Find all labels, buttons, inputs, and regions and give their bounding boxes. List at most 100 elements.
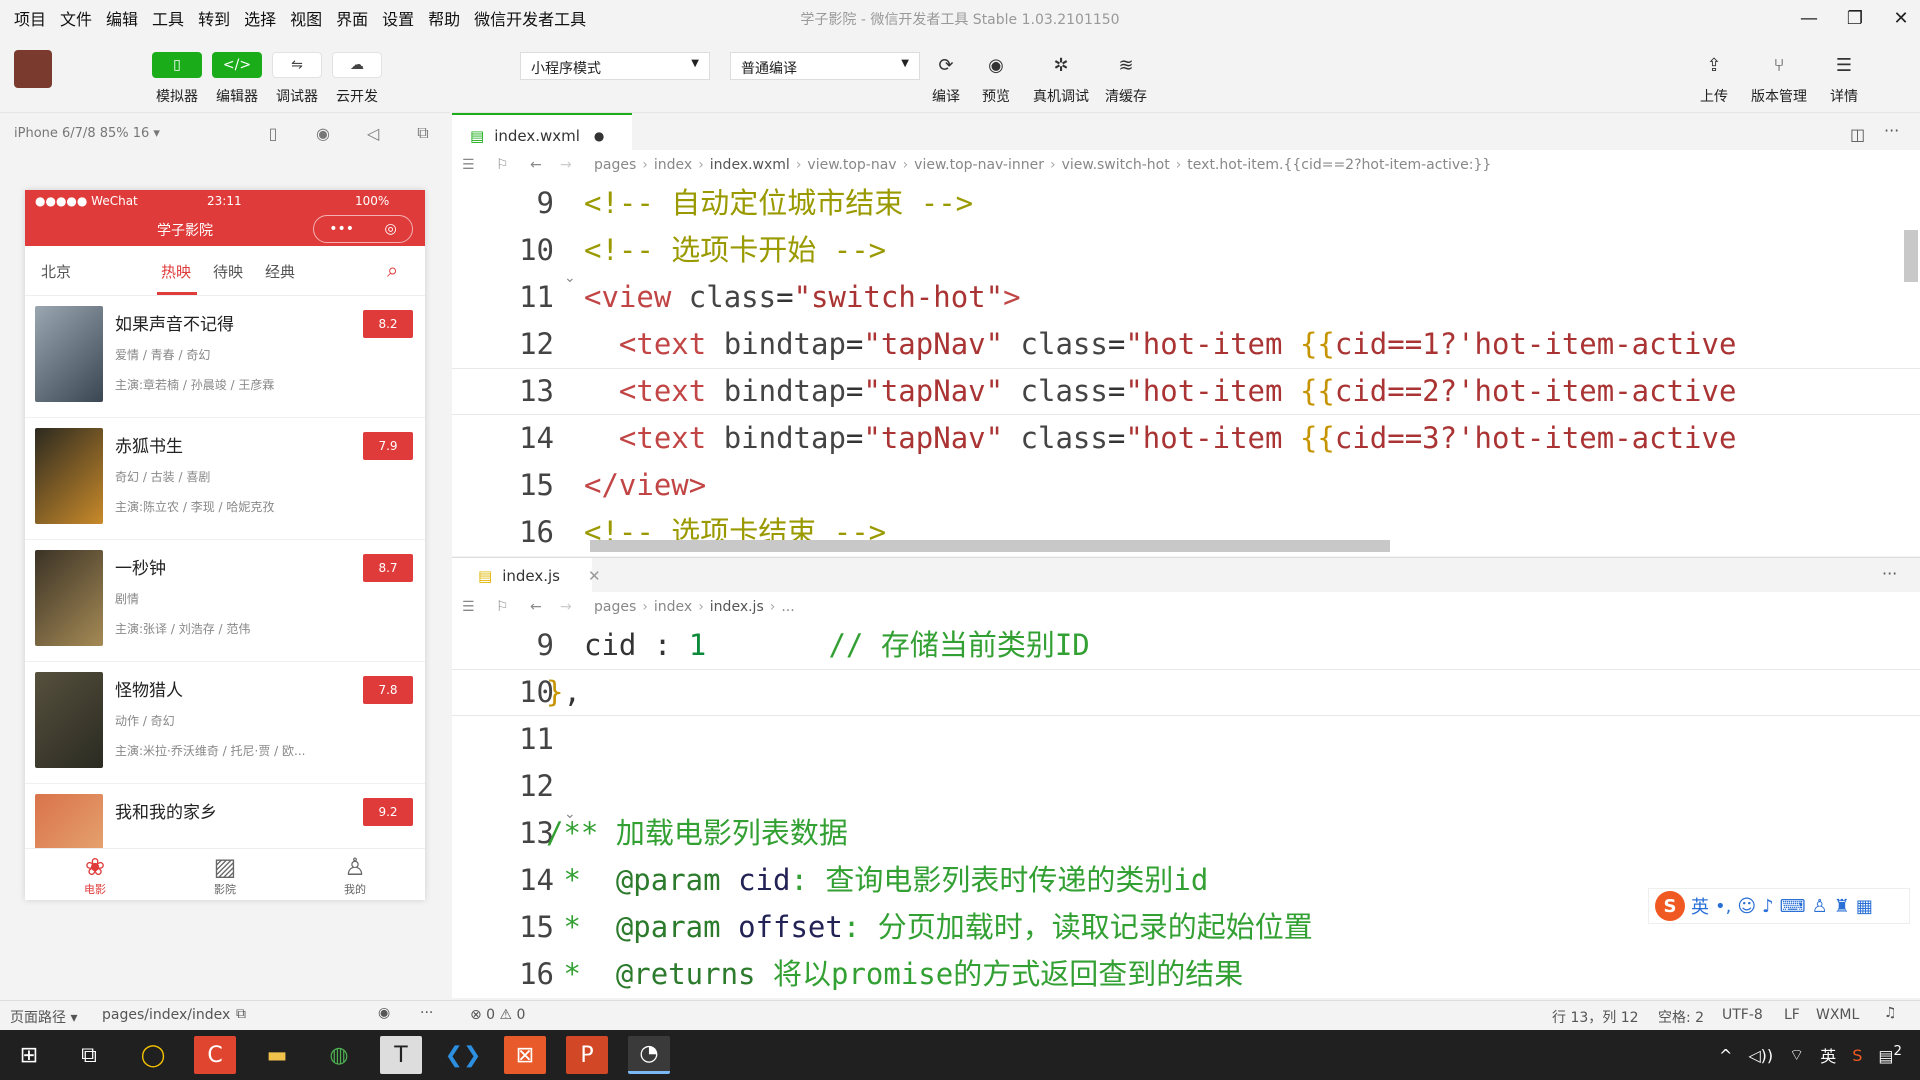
search-circle-icon[interactable]: ◯ [132, 1036, 174, 1074]
crumb-item[interactable]: text.hot-item.{{cid==2?hot-item-active:}… [1187, 157, 1491, 173]
copy-icon[interactable]: ⧉ [236, 1006, 246, 1022]
branch-icon[interactable]: ⑂ [1759, 50, 1799, 80]
menu-project[interactable]: 项目 [0, 6, 53, 30]
back-icon[interactable]: ← [530, 599, 550, 615]
sound-icon[interactable]: ◁ [362, 122, 384, 144]
wifi-icon[interactable]: ⌔ [1789, 1045, 1804, 1065]
powerpoint-icon[interactable]: P [566, 1036, 608, 1074]
skin-icon[interactable]: ♜ [1834, 896, 1850, 917]
more-icon[interactable]: ··· [1884, 121, 1899, 140]
menu-select[interactable]: 选择 [237, 6, 283, 30]
target-icon[interactable]: ◎ [385, 221, 397, 237]
city-select[interactable]: 北京 [41, 261, 71, 282]
code-editor-bottom[interactable]: 9 10 11 12 13 14 15 16 ⌄ cid : 1 // 存储当前… [452, 622, 1920, 998]
menu-edit[interactable]: 编辑 [99, 6, 145, 30]
compile-select[interactable]: 普通编译 ▼ [730, 52, 920, 80]
crumb-item[interactable]: ... [781, 599, 794, 615]
menu-help[interactable]: 帮助 [421, 6, 467, 30]
forward-icon[interactable]: → [560, 157, 580, 173]
volume-icon[interactable]: ◁)) [1748, 1046, 1773, 1065]
menu-goto[interactable]: 转到 [191, 6, 237, 30]
minimize-icon[interactable]: — [1786, 0, 1832, 36]
crumb-item[interactable]: index.wxml [710, 157, 790, 173]
crumb-item[interactable]: view.switch-hot [1062, 157, 1170, 173]
menu-interface[interactable]: 界面 [329, 6, 375, 30]
tab-hot[interactable]: 热映 [161, 261, 191, 282]
sogou-logo-icon[interactable]: S [1655, 891, 1685, 921]
chrome-icon[interactable]: ◍ [318, 1036, 360, 1074]
folder-icon[interactable]: ▬ [256, 1036, 298, 1074]
eye-icon[interactable]: ◉ [378, 1005, 390, 1021]
close-icon[interactable]: ✕ [588, 567, 601, 585]
problems-indicator[interactable]: ⊗ 0 ⚠ 0 [470, 1007, 525, 1023]
crumb-item[interactable]: view.top-nav-inner [914, 157, 1044, 173]
menu-icon[interactable]: ☰ [1824, 50, 1864, 80]
mode-select[interactable]: 小程序模式 ▼ [520, 52, 710, 80]
windows-start-icon[interactable]: ⊞ [8, 1036, 50, 1074]
forward-icon[interactable]: → [560, 599, 580, 615]
wechat-devtools-icon[interactable]: ◔ [628, 1036, 670, 1074]
tabbar-movie[interactable]: ❀ 电影 [65, 853, 125, 897]
keyboard-icon[interactable]: ⌨ [1780, 896, 1806, 917]
notification-icon[interactable]: ▤2 [1878, 1044, 1902, 1065]
tabbar-cinema[interactable]: ▨ 影院 [195, 853, 255, 897]
close-icon[interactable]: ✕ [1878, 0, 1920, 36]
bookmark-icon[interactable]: ⚐ [496, 599, 516, 615]
tab-index-js[interactable]: ▤ index.js ✕ [452, 558, 601, 594]
mic-icon[interactable]: ♪ [1762, 896, 1774, 917]
vertical-scrollbar[interactable] [1904, 230, 1918, 282]
crumb-item[interactable]: view.top-nav [807, 157, 896, 173]
bug-icon[interactable]: ✲ [1041, 50, 1081, 80]
list-icon[interactable]: ☰ [462, 157, 482, 173]
menu-view[interactable]: 视图 [283, 6, 329, 30]
crumb-item[interactable]: index [654, 157, 692, 173]
chevron-up-icon[interactable]: ^ [1719, 1046, 1732, 1065]
tabbar-mine[interactable]: ♙ 我的 [325, 853, 385, 897]
editor-button[interactable]: </> [212, 52, 262, 78]
grid-icon[interactable]: ▦ [1856, 896, 1873, 917]
user-icon[interactable]: ♙ [1812, 896, 1828, 917]
debugger-button[interactable]: ⇋ [272, 52, 322, 78]
typora-icon[interactable]: T [380, 1036, 422, 1074]
crumb-item[interactable]: pages [594, 599, 636, 615]
vscode-icon[interactable]: ❮❯ [442, 1036, 484, 1074]
tray-lang[interactable]: 英 [1820, 1043, 1836, 1067]
horizontal-scrollbar[interactable] [590, 540, 1390, 552]
tab-classic[interactable]: 经典 [265, 261, 295, 282]
phone-icon[interactable]: ▯ [262, 122, 284, 144]
menu-file[interactable]: 文件 [53, 6, 99, 30]
more-icon[interactable]: ··· [420, 1005, 433, 1021]
page-path-select[interactable]: 页面路径 ▾ [10, 1007, 77, 1027]
indent-setting[interactable]: 空格: 2 [1658, 1007, 1704, 1027]
sogou-tray-icon[interactable]: S [1852, 1046, 1862, 1065]
capsule-button[interactable]: ••• ◎ [313, 215, 413, 243]
device-select[interactable]: iPhone 6/7/8 85% 16 ▾ [14, 126, 160, 141]
menu-settings[interactable]: 设置 [375, 6, 421, 30]
layers-icon[interactable]: ≋ [1106, 50, 1146, 80]
list-item[interactable]: 如果声音不记得 爱情 / 青春 / 奇幻 主演:章若楠 / 孙晨竣 / 王彦霖 … [25, 296, 425, 418]
list-item[interactable]: 赤狐书生 奇幻 / 古装 / 喜剧 主演:陈立农 / 李现 / 哈妮克孜 7.9 [25, 418, 425, 540]
simulator-button[interactable]: ▯ [152, 52, 202, 78]
bookmark-icon[interactable]: ⚐ [496, 157, 516, 173]
record-icon[interactable]: ◉ [312, 122, 334, 144]
task-view-icon[interactable]: ⧉ [68, 1036, 110, 1074]
ime-lang[interactable]: 英 [1691, 893, 1709, 919]
back-icon[interactable]: ← [530, 157, 550, 173]
upload-icon[interactable]: ⇪ [1694, 50, 1734, 80]
restore-icon[interactable]: ❐ [1832, 0, 1878, 36]
search-icon[interactable]: ⌕ [387, 258, 398, 282]
eye-icon[interactable]: ◉ [976, 50, 1016, 80]
crumb-item[interactable]: pages [594, 157, 636, 173]
language-mode[interactable]: WXML [1816, 1007, 1859, 1023]
list-icon[interactable]: ☰ [462, 599, 482, 615]
more-icon[interactable]: ··· [1882, 564, 1897, 583]
menu-tools[interactable]: 工具 [145, 6, 191, 30]
app-c-icon[interactable]: C [194, 1036, 236, 1074]
emoji-icon[interactable]: ☺ [1737, 896, 1756, 917]
cursor-position[interactable]: 行 13，列 12 [1552, 1007, 1639, 1027]
punctuation-icon[interactable]: •, [1715, 896, 1731, 917]
crumb-item[interactable]: index.js [710, 599, 764, 615]
list-item[interactable]: 一秒钟 剧情 主演:张译 / 刘浩存 / 范伟 8.7 [25, 540, 425, 662]
eol[interactable]: LF [1784, 1007, 1800, 1023]
code-editor-top[interactable]: 9 10 11 12 13 14 15 16 ⌄ <!-- 自动定位城市结束 -… [452, 180, 1920, 556]
